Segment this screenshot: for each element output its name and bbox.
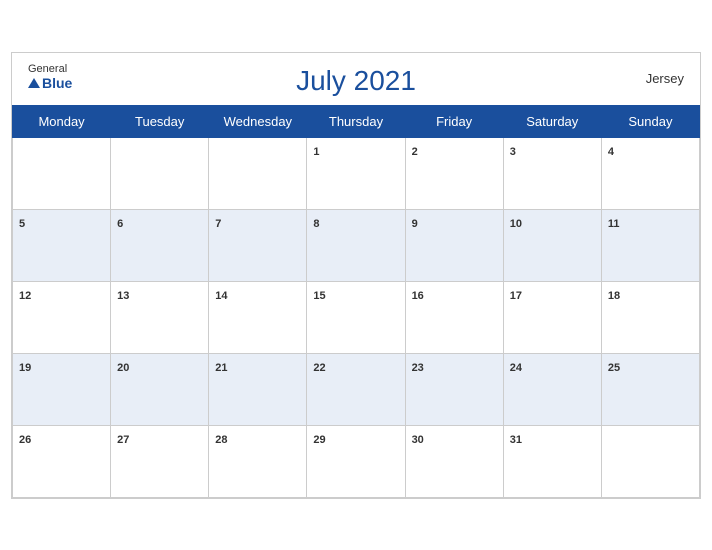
day-cell[interactable]: 28 <box>209 425 307 497</box>
day-number: 15 <box>313 290 325 302</box>
day-number: 9 <box>412 218 418 230</box>
day-cell[interactable]: 19 <box>13 353 111 425</box>
day-number: 26 <box>19 434 31 446</box>
day-number: 14 <box>215 290 227 302</box>
day-number: 13 <box>117 290 129 302</box>
day-number: 3 <box>510 146 516 158</box>
day-cell[interactable]: 20 <box>111 353 209 425</box>
month-title: July 2021 <box>296 65 416 97</box>
day-number: 6 <box>117 218 123 230</box>
day-cell[interactable]: 4 <box>601 137 699 209</box>
day-number: 29 <box>313 434 325 446</box>
logo-blue-text: Blue <box>28 75 72 91</box>
day-cell[interactable]: 25 <box>601 353 699 425</box>
day-cell[interactable]: 27 <box>111 425 209 497</box>
day-number: 28 <box>215 434 227 446</box>
header-saturday: Saturday <box>503 105 601 137</box>
header-thursday: Thursday <box>307 105 405 137</box>
day-number: 7 <box>215 218 221 230</box>
day-cell[interactable]: 7 <box>209 209 307 281</box>
day-number: 20 <box>117 362 129 374</box>
day-cell[interactable]: 17 <box>503 281 601 353</box>
region-label: Jersey <box>646 71 684 86</box>
day-number: 24 <box>510 362 522 374</box>
day-number: 27 <box>117 434 129 446</box>
day-cell[interactable] <box>13 137 111 209</box>
header-monday: Monday <box>13 105 111 137</box>
week-row-4: 19 20 21 22 23 24 25 <box>13 353 700 425</box>
day-cell[interactable]: 5 <box>13 209 111 281</box>
logo-general-text: General <box>28 63 67 75</box>
day-number: 8 <box>313 218 319 230</box>
day-cell[interactable]: 26 <box>13 425 111 497</box>
day-number: 1 <box>313 146 319 158</box>
day-cell[interactable]: 3 <box>503 137 601 209</box>
day-number: 30 <box>412 434 424 446</box>
day-number: 16 <box>412 290 424 302</box>
week-row-3: 12 13 14 15 16 17 18 <box>13 281 700 353</box>
header-sunday: Sunday <box>601 105 699 137</box>
day-cell[interactable]: 1 <box>307 137 405 209</box>
day-number: 31 <box>510 434 522 446</box>
day-number: 12 <box>19 290 31 302</box>
day-number: 2 <box>412 146 418 158</box>
day-number: 10 <box>510 218 522 230</box>
day-number: 5 <box>19 218 25 230</box>
day-cell[interactable]: 16 <box>405 281 503 353</box>
day-cell[interactable]: 12 <box>13 281 111 353</box>
day-cell[interactable]: 6 <box>111 209 209 281</box>
calendar: General Blue July 2021 Jersey Monday Tue… <box>11 52 701 499</box>
header-tuesday: Tuesday <box>111 105 209 137</box>
week-row-1: 1 2 3 4 <box>13 137 700 209</box>
day-number: 23 <box>412 362 424 374</box>
day-cell[interactable]: 14 <box>209 281 307 353</box>
header-friday: Friday <box>405 105 503 137</box>
day-cell[interactable]: 23 <box>405 353 503 425</box>
day-cell[interactable]: 22 <box>307 353 405 425</box>
day-cell[interactable] <box>601 425 699 497</box>
logo-triangle-icon <box>28 78 40 88</box>
day-number: 18 <box>608 290 620 302</box>
day-number: 4 <box>608 146 614 158</box>
day-cell[interactable] <box>111 137 209 209</box>
day-number: 11 <box>608 218 620 230</box>
day-cell[interactable]: 29 <box>307 425 405 497</box>
day-cell[interactable]: 8 <box>307 209 405 281</box>
day-cell[interactable]: 18 <box>601 281 699 353</box>
day-number: 19 <box>19 362 31 374</box>
day-cell[interactable]: 11 <box>601 209 699 281</box>
day-cell[interactable]: 13 <box>111 281 209 353</box>
calendar-table: Monday Tuesday Wednesday Thursday Friday… <box>12 105 700 498</box>
day-number: 21 <box>215 362 227 374</box>
weekday-header-row: Monday Tuesday Wednesday Thursday Friday… <box>13 105 700 137</box>
day-cell[interactable]: 21 <box>209 353 307 425</box>
logo: General Blue <box>28 63 72 91</box>
day-cell[interactable]: 9 <box>405 209 503 281</box>
day-cell[interactable]: 31 <box>503 425 601 497</box>
week-row-5: 26 27 28 29 30 31 <box>13 425 700 497</box>
day-number: 25 <box>608 362 620 374</box>
day-cell[interactable]: 24 <box>503 353 601 425</box>
day-cell[interactable]: 2 <box>405 137 503 209</box>
day-cell[interactable]: 10 <box>503 209 601 281</box>
header-wednesday: Wednesday <box>209 105 307 137</box>
day-cell[interactable] <box>209 137 307 209</box>
day-cell[interactable]: 30 <box>405 425 503 497</box>
day-number: 17 <box>510 290 522 302</box>
calendar-header: General Blue July 2021 Jersey <box>12 53 700 105</box>
week-row-2: 5 6 7 8 9 10 11 <box>13 209 700 281</box>
day-cell[interactable]: 15 <box>307 281 405 353</box>
day-number: 22 <box>313 362 325 374</box>
